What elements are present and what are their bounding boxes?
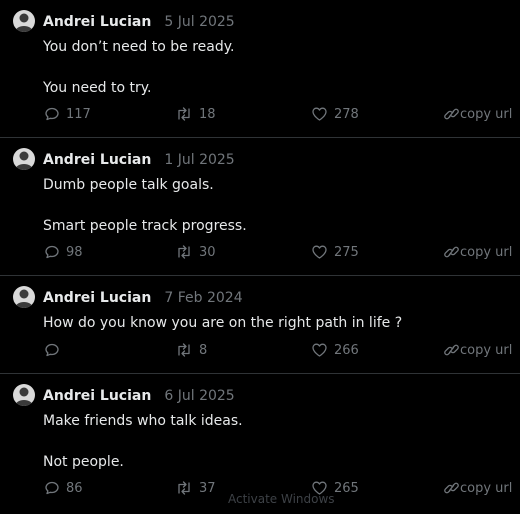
copy-url-label: copy url	[460, 106, 513, 122]
avatar[interactable]	[13, 384, 35, 406]
copy-url-button[interactable]: copy url	[444, 244, 512, 260]
like-count: 275	[334, 244, 359, 260]
author-name[interactable]: Andrei Lucian	[43, 388, 151, 404]
reply-button[interactable]	[44, 342, 66, 358]
heart-icon	[312, 245, 327, 259]
reply-icon	[45, 481, 59, 495]
copy-url-button[interactable]: copy url	[444, 480, 512, 496]
like-count: 265	[334, 480, 359, 496]
link-icon	[444, 482, 459, 494]
reply-icon	[45, 107, 59, 121]
tweet-text: Make friends who talk ideas. Not people.	[43, 411, 243, 472]
retweet-button[interactable]: 8	[175, 342, 207, 358]
reply-button[interactable]: 98	[44, 244, 83, 260]
tweet-card[interactable]: Andrei Lucian 1 Jul 2025 Dumb people tal…	[0, 138, 520, 276]
link-icon	[444, 108, 459, 120]
retweet-button[interactable]: 37	[175, 480, 216, 496]
tweet-text: Dumb people talk goals. Smart people tra…	[43, 175, 247, 236]
tweet-card[interactable]: Andrei Lucian 7 Feb 2024 How do you know…	[0, 276, 520, 374]
author-name[interactable]: Andrei Lucian	[43, 14, 151, 30]
retweet-count: 37	[199, 480, 216, 496]
tweet-line: Dumb people talk goals.	[43, 177, 214, 193]
copy-url-button[interactable]: copy url	[444, 342, 512, 358]
heart-icon	[312, 343, 327, 357]
copy-url-button[interactable]: copy url	[444, 106, 512, 122]
heart-icon	[312, 107, 327, 121]
retweet-icon	[178, 343, 190, 357]
tweet-text: You don’t need to be ready. You need to …	[43, 37, 234, 98]
like-button[interactable]: 278	[311, 106, 359, 122]
reply-count: 117	[66, 106, 91, 122]
author-name[interactable]: Andrei Lucian	[43, 152, 151, 168]
reply-count: 98	[66, 244, 83, 260]
tweet-line: You need to try.	[43, 80, 152, 96]
author-name[interactable]: Andrei Lucian	[43, 290, 151, 306]
retweet-button[interactable]: 30	[175, 244, 216, 260]
avatar[interactable]	[13, 10, 35, 32]
copy-url-label: copy url	[460, 480, 513, 496]
tweet-date[interactable]: 7 Feb 2024	[164, 290, 242, 306]
tweet-date[interactable]: 5 Jul 2025	[164, 14, 234, 30]
reply-button[interactable]: 86	[44, 480, 83, 496]
link-icon	[444, 344, 459, 356]
tweet-line: How do you know you are on the right pat…	[43, 315, 403, 331]
tweet-line: Not people.	[43, 454, 124, 470]
copy-url-label: copy url	[460, 342, 513, 358]
reply-icon	[45, 245, 59, 259]
retweet-button[interactable]: 18	[175, 106, 216, 122]
retweet-count: 18	[199, 106, 216, 122]
like-count: 266	[334, 342, 359, 358]
tweet-line: You don’t need to be ready.	[43, 39, 235, 55]
activate-windows-watermark: Activate Windows	[228, 492, 335, 506]
tweet-date[interactable]: 6 Jul 2025	[164, 388, 234, 404]
like-button[interactable]: 275	[311, 244, 359, 260]
avatar[interactable]	[13, 148, 35, 170]
link-icon	[444, 246, 459, 258]
reply-icon	[45, 343, 59, 357]
avatar[interactable]	[13, 286, 35, 308]
retweet-icon	[178, 107, 190, 121]
tweet-line: Make friends who talk ideas.	[43, 413, 243, 429]
reply-count: 86	[66, 480, 83, 496]
reply-button[interactable]: 117	[44, 106, 91, 122]
tweet-text: How do you know you are on the right pat…	[43, 313, 402, 333]
copy-url-label: copy url	[460, 244, 513, 260]
retweet-count: 30	[199, 244, 216, 260]
tweet-card[interactable]: Andrei Lucian 5 Jul 2025 You don’t need …	[0, 0, 520, 138]
like-count: 278	[334, 106, 359, 122]
tweet-date[interactable]: 1 Jul 2025	[164, 152, 234, 168]
retweet-icon	[178, 481, 190, 495]
retweet-count: 8	[199, 342, 208, 358]
retweet-icon	[178, 245, 190, 259]
like-button[interactable]: 266	[311, 342, 359, 358]
tweet-line: Smart people track progress.	[43, 218, 247, 234]
